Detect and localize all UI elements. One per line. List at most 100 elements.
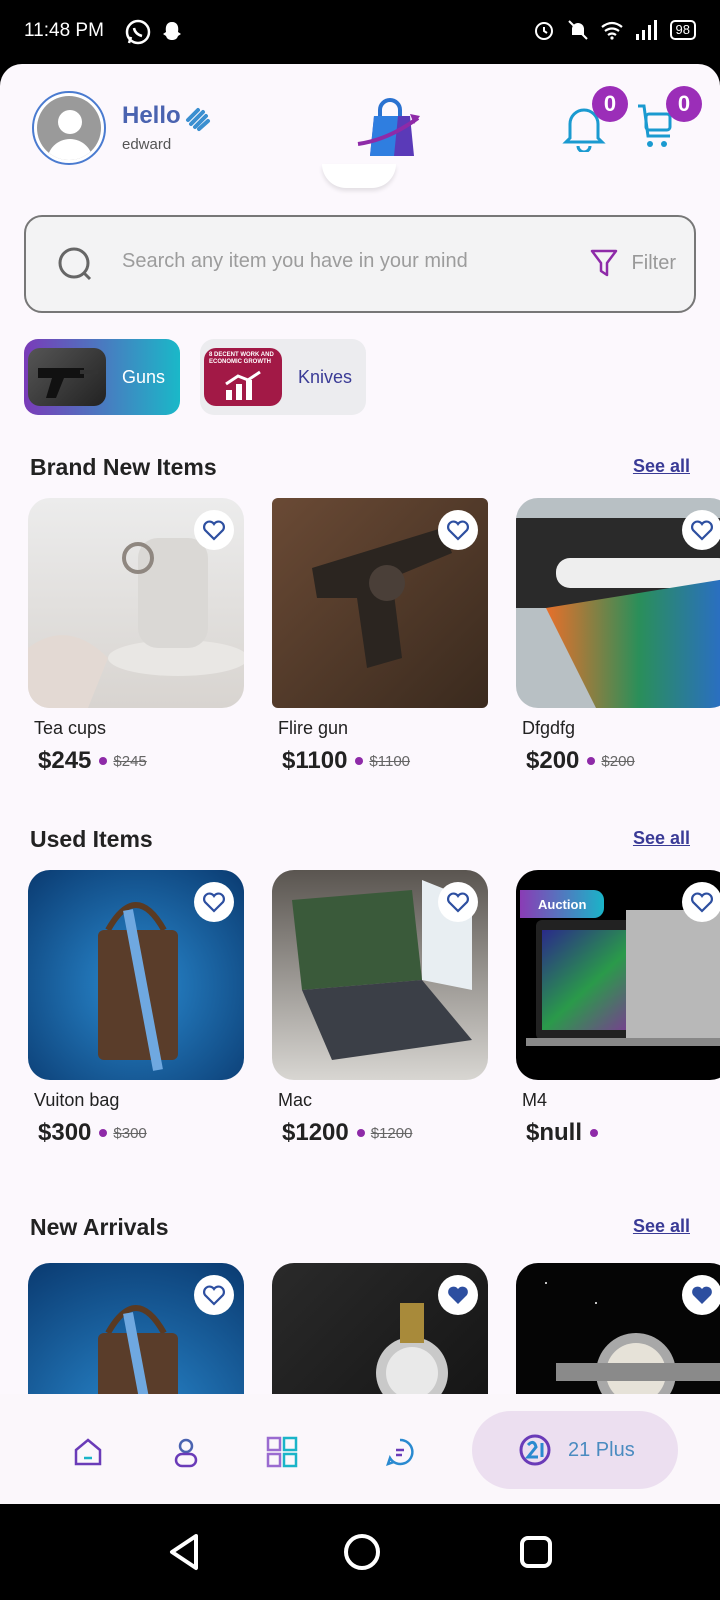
see-all-brand-new[interactable]: See all <box>633 456 690 477</box>
see-all-new-arrivals[interactable]: See all <box>633 1216 690 1237</box>
product-card[interactable]: Mac $1200 $1200 <box>272 870 488 1147</box>
knives-thumbnail: 8 DECENT WORK AND ECONOMIC GROWTH <box>204 348 282 406</box>
favorite-button[interactable] <box>682 510 720 550</box>
see-all-used[interactable]: See all <box>633 828 690 849</box>
price-row: $300 $300 <box>38 1119 244 1147</box>
section-title-used: Used Items <box>30 826 153 852</box>
price-row: $200 $200 <box>526 747 720 775</box>
recents-icon[interactable] <box>518 1534 554 1570</box>
guns-thumbnail <box>28 348 106 406</box>
price-dot <box>356 1129 365 1137</box>
section-title-new-arrivals: New Arrivals <box>30 1214 169 1240</box>
product-card[interactable]: Dfgdfg $200 $200 <box>516 498 720 775</box>
cart-badge: 0 <box>666 86 702 122</box>
notifications-button[interactable]: 0 <box>562 86 628 154</box>
section-title-brand-new: Brand New Items <box>30 454 217 480</box>
home-icon <box>74 1438 102 1466</box>
heart-outline-icon <box>203 1285 225 1306</box>
category-label: Knives <box>298 366 353 387</box>
favorite-button[interactable] <box>194 510 234 550</box>
favorite-button[interactable] <box>438 882 478 922</box>
price-dot <box>355 757 364 765</box>
system-navigation-bar <box>0 1504 720 1600</box>
nav-categories[interactable] <box>266 1436 298 1468</box>
whatsapp-icon <box>125 19 151 45</box>
product-name: Flire gun <box>278 718 349 738</box>
price-dot <box>590 1129 599 1137</box>
grid-icon <box>266 1436 298 1468</box>
signal-icon <box>635 20 657 40</box>
category-label: Guns <box>122 366 166 387</box>
heart-outline-icon <box>447 892 469 913</box>
product-card[interactable]: Auction M4 $null <box>516 870 720 1147</box>
snapchat-icon <box>163 22 181 40</box>
cart-button[interactable]: 0 <box>636 86 702 154</box>
price-row: $1200 $1200 <box>282 1119 488 1147</box>
auction-badge: Auction <box>520 890 605 918</box>
product-image: Auction <box>516 870 720 1080</box>
heart-outline-icon <box>203 520 225 541</box>
category-chip-knives[interactable]: 8 DECENT WORK AND ECONOMIC GROWTH Knives <box>200 339 366 415</box>
product-image <box>28 498 244 708</box>
price-dot <box>99 1129 108 1137</box>
favorite-button[interactable] <box>438 510 478 550</box>
price-dot <box>99 757 108 765</box>
search-icon <box>58 247 92 281</box>
back-icon[interactable] <box>166 1532 202 1572</box>
price-row: $245 $245 <box>38 747 244 775</box>
21-plus-icon <box>519 1434 551 1466</box>
favorite-button[interactable] <box>194 882 234 922</box>
search-input[interactable] <box>122 241 562 281</box>
product-old-price: $1100 <box>369 752 411 770</box>
filter-button[interactable]: Filter <box>590 247 676 279</box>
avatar[interactable] <box>32 91 106 165</box>
category-chip-guns[interactable]: Guns <box>24 339 180 415</box>
chat-icon <box>386 1438 414 1466</box>
nav-home[interactable] <box>72 1436 104 1468</box>
product-price: $1100 <box>282 747 348 774</box>
user-name: edward <box>122 136 172 153</box>
nav-21-plus[interactable]: 21 Plus <box>472 1411 678 1489</box>
home-circle-icon[interactable] <box>342 1532 382 1572</box>
product-name: M4 <box>522 1090 548 1110</box>
mute-bell-icon <box>567 20 588 40</box>
status-app-icons <box>124 18 186 46</box>
bottom-navigation: 21 Plus <box>0 1394 720 1504</box>
filter-label: Filter <box>631 251 676 274</box>
price-dot <box>587 757 596 765</box>
product-card[interactable]: Tea cups $245 $245 <box>28 498 244 775</box>
battery-indicator: 98 <box>669 20 696 40</box>
product-name: Tea cups <box>34 718 107 738</box>
nav-profile[interactable] <box>170 1436 202 1468</box>
user-icon <box>174 1438 198 1468</box>
product-old-price: $200 <box>601 752 635 770</box>
favorite-button[interactable] <box>194 1275 234 1315</box>
product-name: Mac <box>278 1090 313 1110</box>
avatar-placeholder-icon <box>37 96 101 160</box>
header: Hello edward 0 0 <box>0 64 720 188</box>
heart-filled-icon <box>692 1286 712 1304</box>
price-row: $null <box>526 1119 720 1147</box>
product-name: Dfgdfg <box>522 718 576 738</box>
product-card[interactable]: Vuiton bag $300 $300 <box>28 870 244 1147</box>
filter-icon <box>590 249 617 277</box>
nav-21-plus-label: 21 Plus <box>568 1438 635 1461</box>
heart-filled-icon <box>448 1286 468 1304</box>
product-image <box>272 498 488 708</box>
status-bar: 11:48 PM 98 <box>0 0 720 64</box>
favorite-button[interactable] <box>682 882 720 922</box>
product-card[interactable]: Flire gun $1100 $1100 <box>272 498 488 775</box>
product-old-price: $245 <box>113 752 147 770</box>
status-time: 11:48 PM <box>24 20 104 41</box>
product-price: $1200 <box>282 1119 349 1146</box>
notifications-badge: 0 <box>592 86 628 122</box>
favorite-button[interactable] <box>438 1275 478 1315</box>
nav-chat[interactable] <box>384 1436 416 1468</box>
product-old-price: $300 <box>113 1124 147 1142</box>
search-bar: Filter <box>24 215 696 313</box>
product-price: $200 <box>526 747 580 774</box>
heart-outline-icon <box>203 892 225 913</box>
product-image <box>516 498 720 708</box>
wifi-icon <box>600 21 623 40</box>
favorite-button[interactable] <box>682 1275 720 1315</box>
